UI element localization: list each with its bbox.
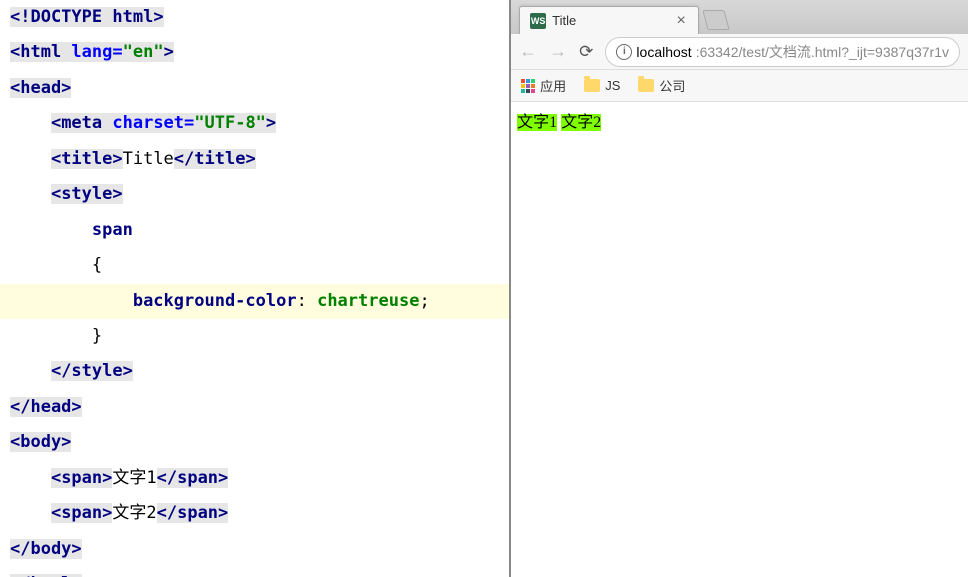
tab-title: Title [552, 13, 668, 28]
code-line[interactable]: <meta charset="UTF-8"> [0, 106, 509, 141]
tag-token: <body> [10, 432, 71, 452]
code-line[interactable]: { [0, 248, 509, 283]
code-line[interactable]: } [0, 319, 509, 354]
url-input[interactable]: i localhost :63342/test/文档流.html?_ijt=938… [605, 37, 960, 67]
value-token: "UTF-8" [194, 113, 266, 133]
bookmark-folder-company[interactable]: 公司 [638, 76, 685, 95]
site-info-icon[interactable]: i [616, 44, 632, 60]
css-property-token: background-color [133, 291, 297, 311]
attr-token: lang= [71, 42, 122, 62]
tag-token: <span> [51, 503, 112, 523]
browser-pane: WS Title × ← → ⟳ i localhost :63342/test/… [511, 0, 968, 577]
forward-icon[interactable]: → [549, 41, 567, 62]
code-editor-pane: <!DOCTYPE html> <html lang="en"> <head> … [0, 0, 511, 577]
text-token: 文字1 [112, 468, 156, 488]
value-token: "en" [123, 42, 164, 62]
new-tab-button[interactable] [702, 10, 729, 30]
text-token: 文字2 [112, 503, 156, 523]
address-bar: ← → ⟳ i localhost :63342/test/文档流.html?_i… [511, 34, 968, 70]
code-line[interactable]: </style> [0, 354, 509, 389]
bookmark-bar: 应用 JS 公司 [511, 70, 968, 102]
tag-token: </span> [157, 503, 229, 523]
code-line[interactable]: <span>文字2</span> [0, 496, 509, 531]
apps-icon [521, 79, 535, 93]
code-line[interactable]: <span>文字1</span> [0, 461, 509, 496]
tag-token: </title> [174, 149, 256, 169]
rendered-span-1: 文字1 [517, 114, 557, 131]
css-selector-token: span [92, 220, 133, 240]
rendered-span-2: 文字2 [561, 114, 601, 131]
tag-token: <head> [10, 78, 71, 98]
tag-token: </span> [157, 468, 229, 488]
browser-tab[interactable]: WS Title × [519, 6, 699, 34]
tag-token: <!DOCTYPE html> [10, 7, 164, 27]
tag-token: <style> [51, 184, 123, 204]
folder-icon [584, 79, 600, 92]
tag-token: > [266, 113, 276, 133]
tag-token: </style> [51, 361, 133, 381]
code-line[interactable]: <html lang="en"> [0, 35, 509, 70]
url-path: :63342/test/文档流.html?_ijt=9387q37r1v [696, 42, 949, 62]
browser-tab-bar: WS Title × [511, 0, 968, 34]
back-icon[interactable]: ← [519, 41, 537, 62]
text-token: Title [123, 149, 174, 169]
code-line[interactable]: <head> [0, 71, 509, 106]
code-line[interactable]: span [0, 213, 509, 248]
tag-token: <title> [51, 149, 123, 169]
brace-token: { [92, 255, 102, 275]
code-line[interactable]: <body> [0, 425, 509, 460]
bookmark-folder-js[interactable]: JS [584, 78, 620, 93]
tag-token: > [164, 42, 174, 62]
tag-token: </body> [10, 539, 82, 559]
code-line-highlighted[interactable]: background-color: chartreuse; [0, 284, 509, 319]
tag-token: <meta [51, 113, 112, 133]
tag-token: <span> [51, 468, 112, 488]
code-line[interactable]: </head> [0, 390, 509, 425]
code-line[interactable]: <!DOCTYPE html> [0, 0, 509, 35]
apps-button[interactable]: 应用 [521, 76, 566, 95]
code-line[interactable]: </body> [0, 532, 509, 567]
code-line[interactable]: <title>Title</title> [0, 142, 509, 177]
css-value-token: chartreuse [317, 291, 419, 311]
code-line[interactable]: </html> [0, 567, 509, 577]
brace-token: } [92, 326, 102, 346]
rendered-page: 文字1 文字2 [511, 102, 968, 577]
code-line[interactable]: <style> [0, 177, 509, 212]
url-host: localhost [636, 44, 691, 60]
bookmark-label: JS [605, 78, 620, 93]
folder-icon [638, 79, 654, 92]
tag-token: </head> [10, 397, 82, 417]
bookmark-label: 公司 [659, 76, 685, 95]
tag-token: <html [10, 42, 71, 62]
attr-token: charset= [112, 113, 194, 133]
favicon-icon: WS [530, 13, 546, 29]
apps-label: 应用 [540, 76, 566, 95]
reload-icon[interactable]: ⟳ [579, 42, 593, 62]
close-tab-icon[interactable]: × [674, 14, 688, 28]
